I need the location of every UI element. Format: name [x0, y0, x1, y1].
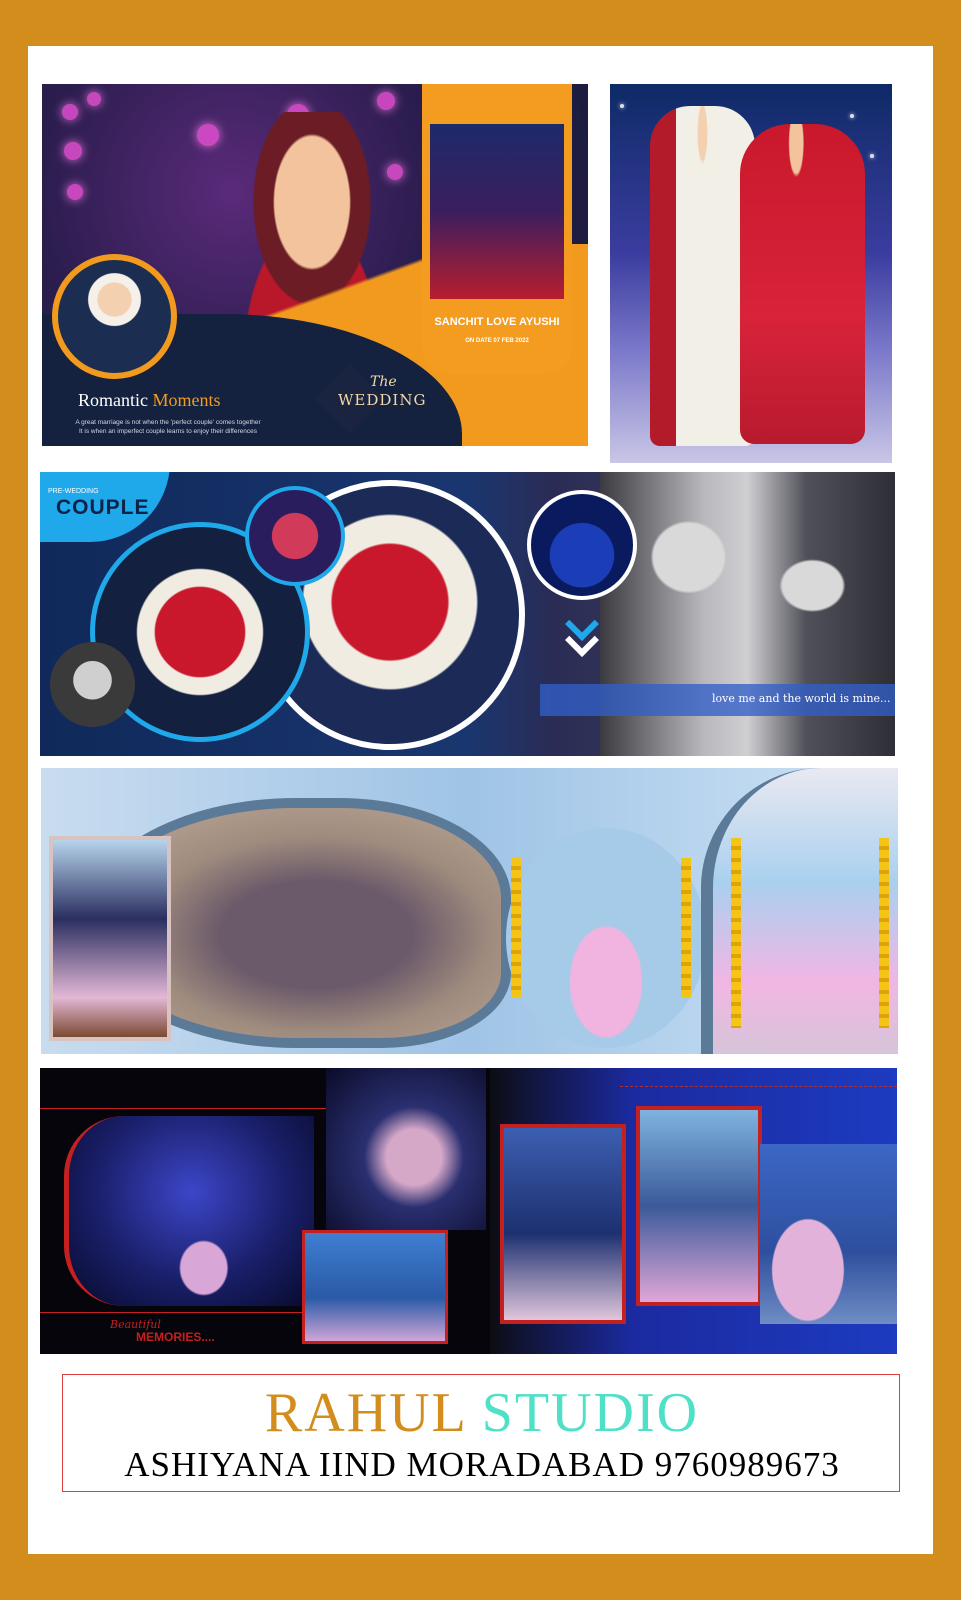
marriage-quote: A great marriage is not when the 'perfec… — [48, 418, 288, 436]
poster-sheet: SANCHIT LOVE AYUSHI ON DATE 07 FEB 2022 … — [28, 46, 933, 1554]
wedding-the-script: The — [370, 374, 397, 390]
riverside-couple-photo — [302, 1230, 448, 1344]
bokeh-light — [87, 92, 101, 106]
bridal-couple-photo — [610, 84, 892, 463]
romantic-word: Romantic — [78, 390, 148, 410]
couple-name-card: SANCHIT LOVE AYUSHI ON DATE 07 FEB 2022 — [422, 84, 572, 374]
couple-frame-left — [500, 1124, 626, 1324]
bride-circle-small — [245, 486, 345, 586]
couple-portrait-frame — [49, 836, 171, 1041]
marigold-garland — [681, 858, 691, 998]
couple-closeup-photo — [326, 1068, 486, 1230]
marigold-garland — [879, 838, 889, 1028]
bokeh-light — [67, 184, 83, 200]
card-couple-names: SANCHIT LOVE AYUSHI — [434, 316, 560, 328]
studio-footer: RAHUL STUDIO ASHIYANA IIND MORADABAD 976… — [62, 1374, 900, 1492]
studio-name-rahul: RAHUL — [264, 1382, 466, 1444]
love-quote-text: love me and the world is mine... — [712, 692, 891, 705]
couple-label: COUPLE — [56, 496, 150, 519]
string-light — [850, 114, 854, 118]
bride-circle-tiny — [50, 642, 135, 727]
kneeling-couple-photo — [760, 1144, 897, 1324]
bokeh-light — [64, 142, 82, 160]
pre-wedding-label: PRE-WEDDING — [48, 488, 99, 495]
red-divider-line — [40, 1108, 340, 1109]
dashed-divider — [620, 1086, 897, 1087]
swing-shoot-panel — [41, 768, 898, 1054]
couple-frame-right — [636, 1106, 762, 1306]
tree-night-photo — [64, 1116, 314, 1306]
groom-circle-photo — [52, 254, 177, 379]
bokeh-light — [62, 104, 78, 120]
romantic-moments-title: Romantic Moments — [78, 390, 221, 411]
bride-blue-circle — [527, 490, 637, 600]
couple-card-photo — [430, 124, 564, 299]
studio-name-studio: STUDIO — [481, 1382, 700, 1444]
swing-couple-photo — [506, 828, 706, 1048]
string-light — [870, 154, 874, 158]
moments-word: Moments — [152, 390, 221, 410]
studio-name: RAHUL STUDIO — [63, 1383, 901, 1443]
pre-wedding-panel: PRE-WEDDING COUPLE love me and the world… — [40, 472, 895, 756]
memories-label: MEMORIES.... — [136, 1330, 215, 1344]
beautiful-memories-panel: Beautiful MEMORIES.... — [40, 1068, 897, 1354]
romantic-moments-panel: SANCHIT LOVE AYUSHI ON DATE 07 FEB 2022 … — [42, 84, 588, 446]
wedding-word: WEDDING — [338, 391, 427, 409]
marigold-garland — [511, 858, 521, 998]
marigold-garland — [731, 838, 741, 1028]
red-divider-line — [40, 1312, 320, 1313]
studio-address-phone: ASHIYANA IIND MORADABAD 9760989673 — [124, 1445, 840, 1484]
string-light — [620, 104, 624, 108]
quote-line-2: It is when an imperfect couple learns to… — [78, 428, 257, 435]
quote-line-1: A great marriage is not when the 'perfec… — [75, 419, 261, 426]
bokeh-light — [377, 92, 395, 110]
card-wedding-date: ON DATE 07 FEB 2022 — [465, 338, 529, 344]
bride-figure — [740, 124, 865, 444]
